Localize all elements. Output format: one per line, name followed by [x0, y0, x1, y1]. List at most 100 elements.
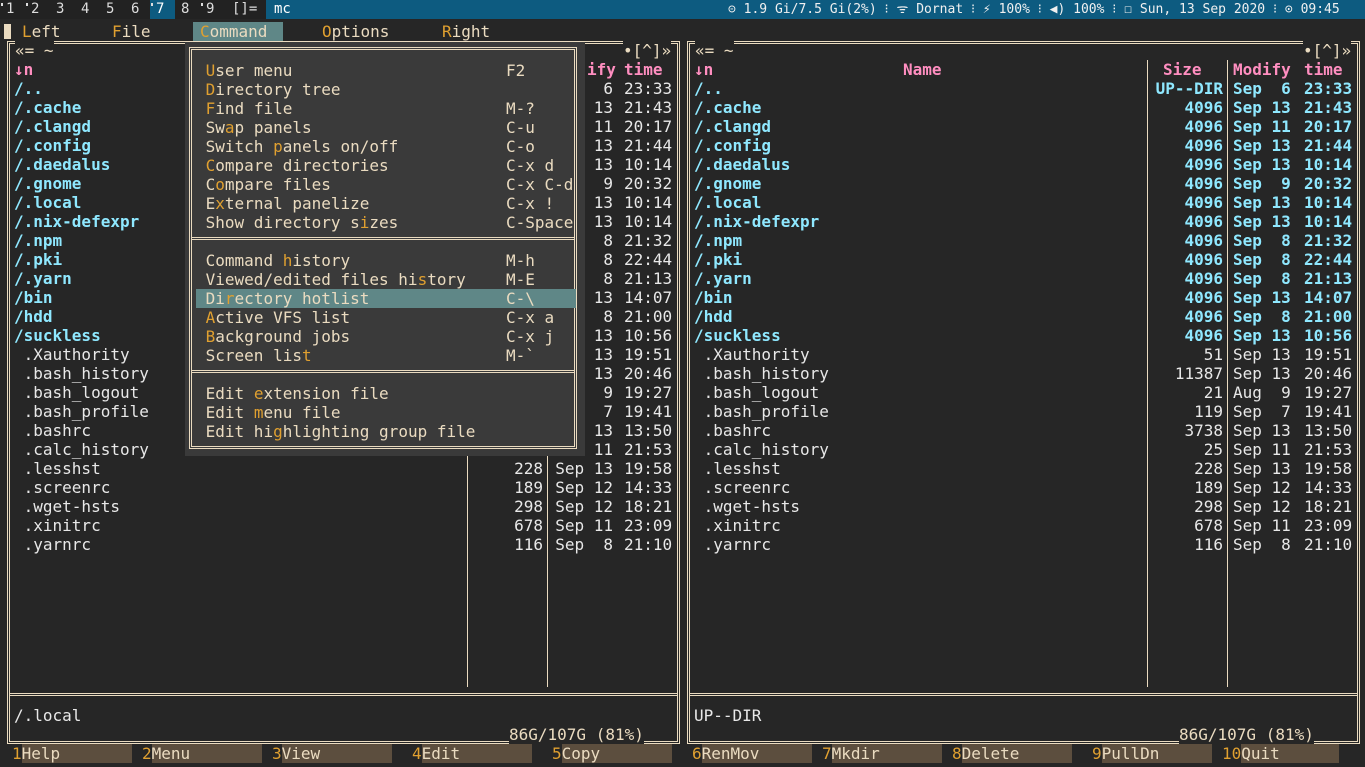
table-row[interactable]: /.. UP--DIR Sep 6 23:33	[687, 79, 1360, 98]
menu-item-label: enu file	[263, 403, 341, 422]
table-row[interactable]: .screenrc 189 Sep 12 14:33	[687, 478, 1360, 497]
right-panel-top-left-marker[interactable]: «= ~	[695, 41, 734, 60]
menu-item[interactable]: Find file M-?	[196, 99, 576, 118]
table-row[interactable]: .bash_logout 21 Aug 9 19:27	[687, 383, 1360, 402]
fkey-view-button[interactable]: 3View	[272, 744, 392, 763]
table-row[interactable]: .Xauthority 51 Sep 13 19:51	[687, 345, 1360, 364]
menu-item[interactable]: Swap panels C-u	[196, 118, 576, 137]
table-row[interactable]: .yarnrc 116 Sep 8 21:10	[7, 535, 680, 554]
table-row[interactable]: .bashrc 3738 Sep 13 13:50	[687, 421, 1360, 440]
menu-item[interactable]: Edit menu file	[196, 403, 576, 422]
table-row[interactable]: .calc_history 25 Sep 11 21:53	[687, 440, 1360, 459]
menu-item[interactable]: Viewed/edited files history M-E	[196, 270, 576, 289]
file-date: 8	[603, 250, 613, 269]
file-time: 21:00	[624, 307, 673, 326]
left-panel-top-left-marker[interactable]: «= ~	[15, 41, 54, 60]
table-row[interactable]: .lesshst 228 Sep 13 19:58	[7, 459, 680, 478]
menu-item-label: Viewed/edited files hi	[205, 270, 418, 289]
fkey-copy-button[interactable]: 5Copy	[552, 744, 672, 763]
table-row[interactable]: /.pki 4096 Sep 8 22:44	[687, 250, 1360, 269]
right-time-header[interactable]: time	[1304, 60, 1343, 79]
workspace-tag-3[interactable]: 3	[50, 0, 75, 19]
menu-item[interactable]: Background jobs C-x j	[196, 327, 576, 346]
menu-item[interactable]: Edit highlighting group file	[196, 422, 576, 441]
fkey-edit-button[interactable]: 4Edit	[412, 744, 532, 763]
table-row[interactable]: /.config 4096 Sep 13 21:44	[687, 136, 1360, 155]
table-row[interactable]: /suckless 4096 Sep 13 10:56	[687, 326, 1360, 345]
right-panel[interactable]: «= ~ •[^]» ↓n Name Size Modify time /.. U…	[687, 41, 1360, 744]
table-row[interactable]: /.local 4096 Sep 13 10:14	[687, 193, 1360, 212]
table-row[interactable]: /.yarn 4096 Sep 8 21:13	[687, 269, 1360, 288]
table-row[interactable]: .xinitrc 678 Sep 11 23:09	[687, 516, 1360, 535]
table-row[interactable]: .bash_history 11387 Sep 13 20:46	[687, 364, 1360, 383]
table-row[interactable]: /bin 4096 Sep 13 14:07	[687, 288, 1360, 307]
menu-item-hotkey: A	[205, 308, 216, 327]
menu-item[interactable]: Command history M-h	[196, 251, 576, 270]
menu-item[interactable]: Screen list M-`	[196, 346, 576, 365]
menu-item[interactable]: Edit extension file	[196, 384, 576, 403]
menu-item[interactable]: External panelize C-x !	[196, 194, 576, 213]
menu-item[interactable]: Active VFS list C-x a	[196, 308, 576, 327]
table-row[interactable]: .yarnrc 116 Sep 8 21:10	[687, 535, 1360, 554]
table-row[interactable]: .wget-hsts 298 Sep 12 18:21	[7, 497, 680, 516]
table-row[interactable]: /.cache 4096 Sep 13 21:43	[687, 98, 1360, 117]
menu-options[interactable]: Options	[322, 22, 389, 41]
left-modify-header[interactable]: ify	[587, 60, 616, 79]
fkey-mkdir-button[interactable]: 7Mkdir	[822, 744, 942, 763]
table-row[interactable]: /.npm 4096 Sep 8 21:32	[687, 231, 1360, 250]
menu-right[interactable]: Right	[442, 22, 490, 41]
fkey-pulldn-button[interactable]: 9PullDn	[1092, 744, 1212, 763]
table-row[interactable]: /.clangd 4096 Sep 11 20:17	[687, 117, 1360, 136]
file-time: 21:32	[624, 231, 673, 250]
menu-item-hotkey: r	[224, 289, 235, 308]
menu-item[interactable]: Compare files C-x C-d	[196, 175, 576, 194]
fkey-menu-button[interactable]: 2Menu	[142, 744, 262, 763]
left-time-header[interactable]: time	[624, 60, 663, 79]
menu-file[interactable]: File	[112, 22, 151, 41]
menu-left[interactable]: Left	[22, 22, 61, 41]
menu-item-label: C	[205, 175, 216, 194]
table-row[interactable]: /.daedalus 4096 Sep 13 10:14	[687, 155, 1360, 174]
fkey-quit-button[interactable]: 10Quit	[1222, 744, 1340, 763]
workspace-tag-5[interactable]: 5	[100, 0, 125, 19]
workspace-tag-2[interactable]: 2	[25, 0, 50, 19]
table-row[interactable]: .screenrc 189 Sep 12 14:33	[7, 478, 680, 497]
workspace-tag-7[interactable]: 7	[150, 0, 175, 19]
menu-item-indent	[196, 308, 206, 327]
fkey-number: 2	[142, 744, 152, 763]
table-row[interactable]: .lesshst 228 Sep 13 19:58	[687, 459, 1360, 478]
menu-item[interactable]: Show directory sizes C-Space	[196, 213, 576, 232]
fkey-help-button[interactable]: 1Help	[12, 744, 132, 763]
workspace-tag-9[interactable]: 9	[200, 0, 225, 19]
menu-item-indent	[196, 99, 206, 118]
layout-symbol[interactable]: []=	[232, 0, 257, 19]
menu-item[interactable]: Compare directories C-x d	[196, 156, 576, 175]
menu-item-label: irectory tree	[215, 80, 341, 99]
table-row[interactable]: /hdd 4096 Sep 8 21:00	[687, 307, 1360, 326]
table-row[interactable]: /.gnome 4096 Sep 9 20:32	[687, 174, 1360, 193]
menu-item[interactable]: Directory tree	[196, 80, 576, 99]
menu-item[interactable]: Directory hotlist C-\	[196, 289, 576, 308]
workspace-tag-8[interactable]: 8	[175, 0, 200, 19]
right-size-header[interactable]: Size	[1163, 60, 1202, 79]
table-row[interactable]: .wget-hsts 298 Sep 12 18:21	[687, 497, 1360, 516]
file-date: 13	[593, 212, 613, 231]
right-modify-header[interactable]: Modify	[1233, 60, 1291, 79]
table-row[interactable]: .xinitrc 678 Sep 11 23:09	[7, 516, 680, 535]
menu-command[interactable]: Command	[193, 22, 283, 41]
left-panel-top-right-marker[interactable]: •[^]»	[623, 41, 672, 60]
fkey-renmov-button[interactable]: 6RenMov	[692, 744, 812, 763]
menu-item[interactable]: User menu F2	[196, 61, 576, 80]
left-sort-header[interactable]: ↓n	[14, 60, 33, 79]
workspace-tag-6[interactable]: 6	[125, 0, 150, 19]
fkey-delete-button[interactable]: 8Delete	[952, 744, 1072, 763]
workspace-tag-4[interactable]: 4	[75, 0, 100, 19]
table-row[interactable]: /.nix-defexpr 4096 Sep 13 10:14	[687, 212, 1360, 231]
menu-item[interactable]: Switch panels on/off C-o	[196, 137, 576, 156]
table-row[interactable]: .bash_profile 119 Sep 7 19:41	[687, 402, 1360, 421]
workspace-tag-1[interactable]: 1	[0, 0, 25, 19]
right-panel-top-right-marker[interactable]: •[^]»	[1303, 41, 1352, 60]
right-name-header[interactable]: Name	[903, 60, 942, 79]
right-sort-header[interactable]: ↓n	[694, 60, 713, 79]
file-size: 678	[1194, 516, 1223, 535]
